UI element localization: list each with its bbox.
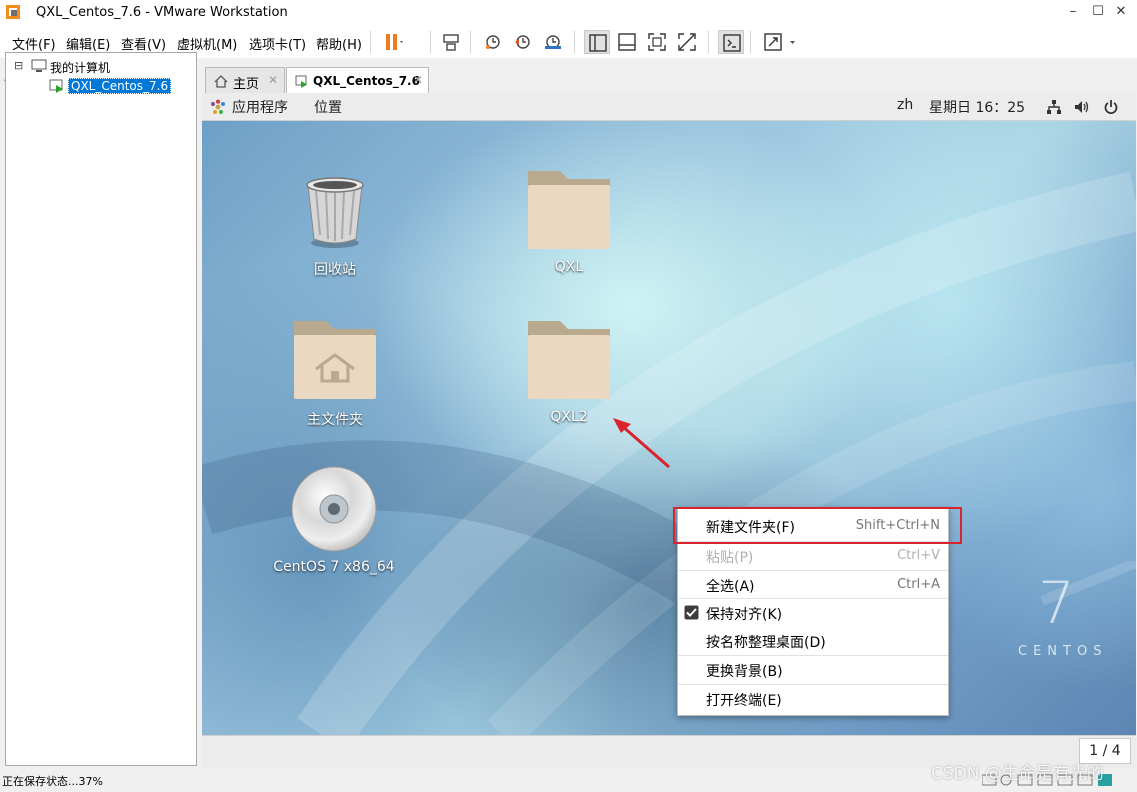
csdn-watermark: CSDN @生命是有光的 [931,764,1104,784]
menu-view[interactable]: 查看(V) [121,34,166,53]
menu-item-keep-aligned[interactable]: 保持对齐(K) [678,599,948,627]
toolbar-separator [574,31,575,53]
cd-disc-icon [290,465,378,556]
close-button[interactable]: ✕ [1106,0,1136,24]
menu-item-paste[interactable]: 粘贴(P) Ctrl+V [678,542,948,570]
pause-button[interactable] [380,30,406,54]
revert-snapshot-icon[interactable] [510,30,536,54]
places-menu[interactable]: 位置 [314,97,342,117]
home-folder-icon [292,319,378,404]
sort-by-name-label: 按名称整理桌面(D) [706,635,826,651]
menu-item-sort-by-name[interactable]: 按名称整理桌面(D) [678,627,948,655]
tree-item-my-computer[interactable]: 我的计算机 [50,59,110,76]
show-library-icon[interactable] [584,30,610,54]
paste-label: 粘贴(P) [706,550,754,566]
tree-item-qxl-centos[interactable]: QXL_Centos_7.6 [68,78,172,94]
folder-icon [526,319,612,404]
red-arrow-annotation [613,418,670,469]
trash-icon [302,173,368,252]
folder-icon [526,169,612,254]
collapse-icon[interactable]: ⊟ [14,60,23,71]
checkbox-checked-icon[interactable] [684,605,699,624]
title-bar: QXL_Centos_7.6 - VMware Workstation – ☐ … [0,0,1137,26]
keep-aligned-label: 保持对齐(K) [706,607,783,623]
computer-icon [31,59,47,76]
cdrom-label: CentOS 7 x86_64 [273,559,395,575]
tab-qxl-centos[interactable]: QXL_Centos_7.6 ✕ [286,67,429,96]
paste-shortcut: Ctrl+V [897,548,940,563]
menu-edit[interactable]: 编辑(E) [66,34,110,53]
menu-item-open-terminal[interactable]: 打开终端(E) [678,685,948,713]
send-ctrl-alt-del-icon[interactable] [438,30,464,54]
power-icon[interactable] [1103,99,1119,119]
vmware-logo-icon [5,4,21,20]
network-icon[interactable] [1046,99,1062,119]
vm-tab-icon [295,75,309,92]
tab-home[interactable]: 主页 ✕ [205,67,285,94]
trash-label: 回收站 [314,262,356,278]
stretch-guest-icon[interactable] [760,30,795,54]
tab-qxl-centos-close-icon[interactable]: ✕ [413,73,423,87]
red-highlight-box [673,507,962,544]
qxl-folder-label: QXL [554,259,584,275]
input-language-indicator[interactable]: zh [897,97,913,113]
qxl2-folder-label: QXL2 [550,409,588,425]
menu-vm[interactable]: 虚拟机(M) [177,34,237,53]
select-all-shortcut: Ctrl+A [897,577,940,592]
toolbar-separator [708,31,709,53]
vm-running-icon [49,78,65,97]
select-all-label: 全选(A) [706,579,755,595]
gnome-foot-icon [210,99,226,119]
library-tree: ⊟ 我的计算机 QXL_Centos_7.6 [5,52,197,766]
toolbar-separator [750,31,751,53]
home-folder-label: 主文件夹 [307,412,363,428]
applications-menu[interactable]: 应用程序 [232,97,288,117]
snapshot-icon[interactable] [480,30,506,54]
menu-item-change-background[interactable]: 更换背景(B) [678,656,948,684]
menu-tabs[interactable]: 选项卡(T) [249,34,306,53]
tab-bar: 主页 ✕ QXL_Centos_7.6 ✕ [202,64,1137,96]
status-text: 正在保存状态...37% [2,775,103,788]
centos-version-numeral: 7 [1038,569,1075,637]
clock[interactable]: 星期日 16：25 [929,97,1025,117]
centos-wordmark: CENTOS [1018,644,1108,659]
tab-qxl-centos-label: QXL_Centos_7.6 [313,74,420,88]
home-icon [214,75,228,91]
toolbar-separator [430,31,431,53]
snapshot-manager-icon[interactable] [540,30,566,54]
toolbar-separator [470,31,471,53]
tab-home-close-icon[interactable]: ✕ [268,73,278,87]
window-title: QXL_Centos_7.6 - VMware Workstation [36,5,288,20]
unity-icon[interactable] [674,30,700,54]
menu-help[interactable]: 帮助(H) [316,34,362,53]
console-view-icon[interactable] [718,30,744,54]
tab-home-label: 主页 [233,77,260,92]
menu-file[interactable]: 文件(F) [12,34,56,53]
toolbar-separator [370,31,371,53]
guest-desktop[interactable]: 回收站 QXL 主文件夹 QXL2 CentOS 7 x86_64 7 CENT… [202,121,1136,735]
open-terminal-label: 打开终端(E) [706,693,782,709]
guest-top-panel: 应用程序 位置 zh 星期日 16：25 [202,93,1136,121]
thumbnail-bar-icon[interactable] [614,30,640,54]
volume-icon[interactable] [1074,99,1090,119]
change-background-label: 更换背景(B) [706,664,783,680]
menu-item-select-all[interactable]: 全选(A) Ctrl+A [678,571,948,599]
fullscreen-icon[interactable] [644,30,670,54]
